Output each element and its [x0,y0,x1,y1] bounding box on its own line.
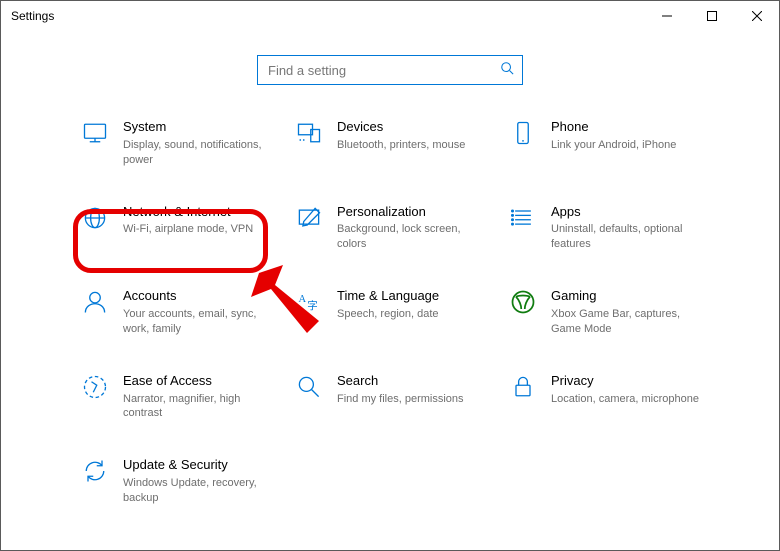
tile-gaming[interactable]: Gaming Xbox Game Bar, captures, Game Mod… [507,284,701,341]
tile-desc: Uninstall, defaults, optional features [551,222,699,252]
search-row [1,55,779,85]
tile-title: Accounts [123,288,271,305]
tile-title: Phone [551,119,676,136]
svg-text:A: A [299,294,307,305]
tile-desc: Your accounts, email, sync, work, family [123,307,271,337]
gaming-icon [509,288,537,316]
time-language-icon: A字 [295,288,323,316]
tile-desc: Find my files, permissions [337,392,464,407]
tile-title: Time & Language [337,288,439,305]
update-security-icon [81,457,109,485]
phone-icon [509,119,537,147]
titlebar: Settings [1,1,779,31]
tile-personalization[interactable]: Personalization Background, lock screen,… [293,200,487,257]
tile-title: Apps [551,204,699,221]
svg-text:字: 字 [307,299,318,312]
tile-desc: Wi-Fi, airplane mode, VPN [123,222,253,237]
accounts-icon [81,288,109,316]
window-controls [644,1,779,31]
tile-title: Devices [337,119,465,136]
tile-desc: Bluetooth, printers, mouse [337,138,465,153]
tile-title: Ease of Access [123,373,271,390]
maximize-button[interactable] [689,1,734,31]
tile-desc: Display, sound, notifications, power [123,138,271,168]
minimize-icon [662,11,672,21]
apps-icon [509,204,537,232]
tile-desc: Location, camera, microphone [551,392,699,407]
tile-title: Personalization [337,204,485,221]
tile-ease-of-access[interactable]: Ease of Access Narrator, magnifier, high… [79,369,273,426]
tile-title: Update & Security [123,457,271,474]
tile-title: Search [337,373,464,390]
window-title: Settings [11,9,54,23]
tile-devices[interactable]: Devices Bluetooth, printers, mouse [293,115,487,172]
tile-phone[interactable]: Phone Link your Android, iPhone [507,115,701,172]
devices-icon [295,119,323,147]
close-icon [752,11,762,21]
tile-title: Network & Internet [123,204,253,221]
tile-desc: Speech, region, date [337,307,439,322]
network-icon [81,204,109,232]
tile-update-security[interactable]: Update & Security Windows Update, recove… [79,453,273,510]
search-tile-icon [295,373,323,401]
tile-apps[interactable]: Apps Uninstall, defaults, optional featu… [507,200,701,257]
tile-time-language[interactable]: A字 Time & Language Speech, region, date [293,284,487,341]
personalization-icon [295,204,323,232]
tile-accounts[interactable]: Accounts Your accounts, email, sync, wor… [79,284,273,341]
minimize-button[interactable] [644,1,689,31]
tile-title: System [123,119,271,136]
close-button[interactable] [734,1,779,31]
settings-grid: System Display, sound, notifications, po… [1,115,779,510]
system-icon [81,119,109,147]
search-icon [500,61,514,80]
tile-desc: Xbox Game Bar, captures, Game Mode [551,307,699,337]
tile-search[interactable]: Search Find my files, permissions [293,369,487,426]
ease-of-access-icon [81,373,109,401]
tile-desc: Link your Android, iPhone [551,138,676,153]
tile-desc: Narrator, magnifier, high contrast [123,392,271,422]
tile-title: Privacy [551,373,699,390]
tile-title: Gaming [551,288,699,305]
privacy-icon [509,373,537,401]
search-box[interactable] [257,55,523,85]
tile-desc: Windows Update, recovery, backup [123,476,271,506]
search-input[interactable] [266,62,500,79]
tile-network[interactable]: Network & Internet Wi-Fi, airplane mode,… [79,200,273,257]
maximize-icon [707,11,717,21]
tile-system[interactable]: System Display, sound, notifications, po… [79,115,273,172]
tile-privacy[interactable]: Privacy Location, camera, microphone [507,369,701,426]
tile-desc: Background, lock screen, colors [337,222,485,252]
